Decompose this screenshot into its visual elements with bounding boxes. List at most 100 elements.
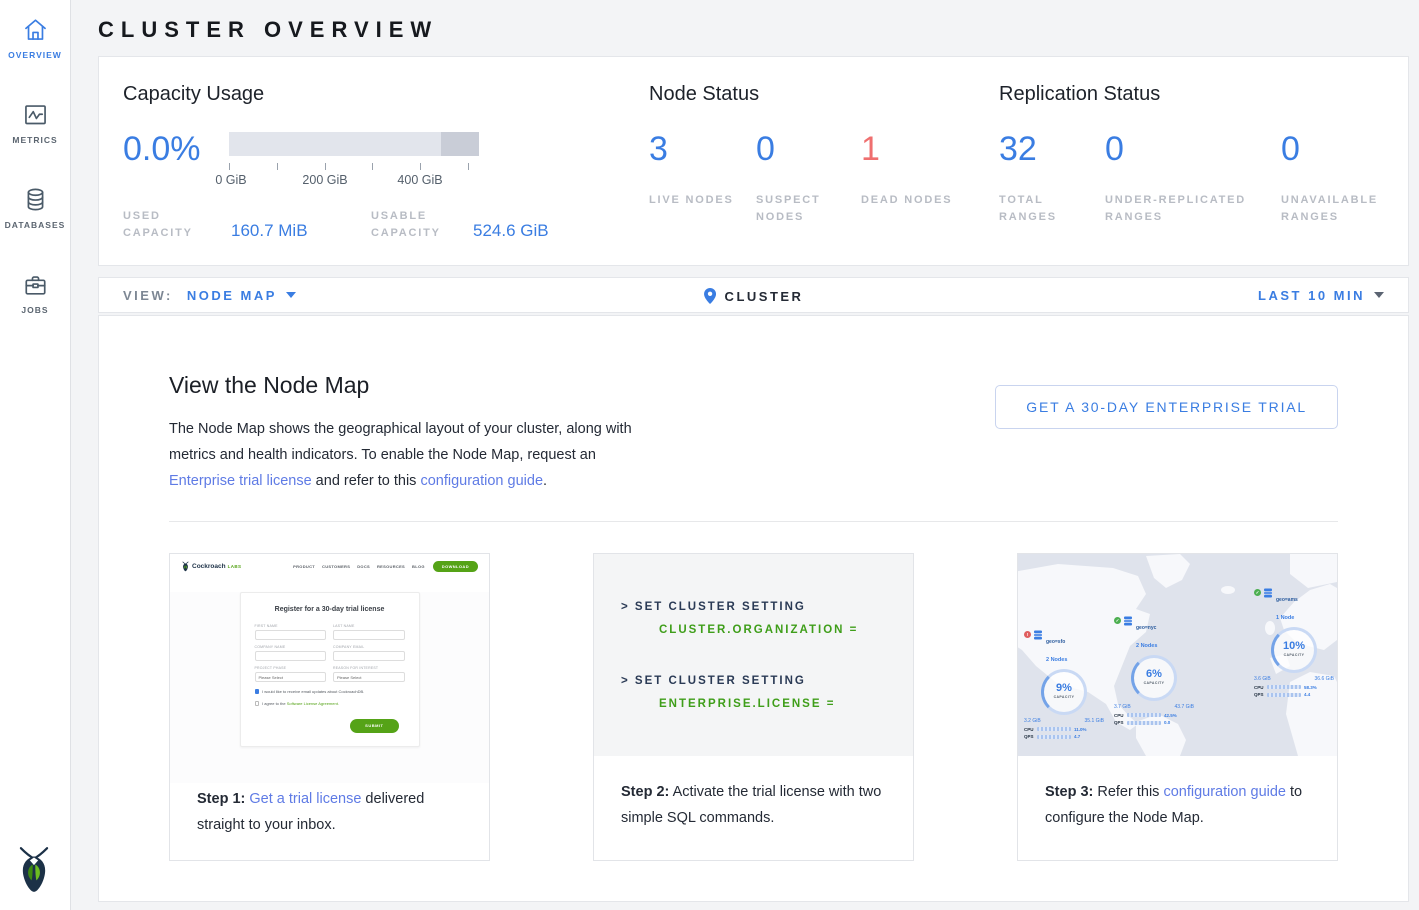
enterprise-trial-button[interactable]: GET A 30-DAY ENTERPRISE TRIAL [995,385,1338,429]
unavailable-ranges-label: UNAVAILABLE RANGES [1281,192,1391,226]
capacity-gauge: 6% CAPACITY [1131,655,1177,701]
live-node-badge-icon: ✓ [1254,589,1261,596]
minisite-checkbox [255,701,260,706]
node-map-panel: View the Node Map The Node Map shows the… [98,315,1409,902]
time-range-dropdown[interactable]: LAST 10 MIN [1258,288,1384,303]
under-replicated-ranges-value: 0 [1105,130,1281,168]
capacity-bar-chart: 0 GiB 200 GiB 400 GiB [229,132,479,194]
configuration-guide-link[interactable]: configuration guide [420,473,543,489]
briefcase-icon [22,271,49,298]
sidebar-item-label: DATABASES [0,220,70,230]
total-ranges-value: 32 [999,130,1105,168]
node-stack-icon [1123,616,1133,626]
page-title: CLUSTER OVERVIEW [98,0,1409,56]
usable-capacity-value: 524.6 GiB [473,221,549,242]
section-divider [169,521,1338,522]
minisite-input [255,651,327,661]
step-3-caption: Step 3: Refer this configuration guide t… [1018,756,1337,831]
minisite-submit-button: SUBMIT [350,719,398,733]
cpu-sparkbar [1127,713,1161,717]
enterprise-trial-license-link[interactable]: Enterprise trial license [169,473,312,489]
get-trial-license-link[interactable]: Get a trial license [249,791,361,807]
view-selector-dropdown[interactable]: NODE MAP [187,288,296,303]
cpu-sparkbar [1267,685,1301,689]
used-capacity-value: 160.7 MiB [231,221,371,242]
view-label: VIEW: [123,288,173,303]
dead-nodes-label: DEAD NODES [861,192,953,209]
qps-sparkbar [1267,693,1301,697]
sidebar: OVERVIEW METRICS DATABASES [0,0,71,910]
trial-license-site-preview: Cockroach LABS PRODUCT CUSTOMERS DOCS RE… [170,554,489,783]
minisite-checkbox [255,689,260,694]
cluster-label: CLUSTER [725,289,804,304]
dead-nodes-value: 1 [861,130,999,168]
map-node-nyc: ✓ geo=nyc 2 Nodes 6% CAPACITY 3 [1114,616,1194,725]
usable-capacity-label: USABLE CAPACITY [371,208,473,242]
live-nodes-label: LIVE NODES [649,192,741,209]
map-node-sfo: ! geo=sfo 2 Nodes 9% CAPACITY 3 [1024,630,1104,739]
axis-tick-label: 200 GiB [302,173,347,187]
minisite-brand: Cockroach LABS [181,561,241,572]
sql-code-block: > SET CLUSTER SETTING CLUSTER.ORGANIZATI… [594,554,913,756]
main-content: CLUSTER OVERVIEW Capacity Usage 0.0% 0 G… [71,0,1419,902]
node-map-preview: ! geo=sfo 2 Nodes 9% CAPACITY 3 [1018,554,1337,756]
dead-node-badge-icon: ! [1024,631,1031,638]
map-node-ams: ✓ geo=ams 1 Node 10% CAPACITY 3 [1254,588,1334,697]
configuration-guide-link[interactable]: configuration guide [1163,784,1286,800]
suspect-nodes-value: 0 [756,130,861,168]
capacity-bar-other [441,132,479,156]
qps-sparkbar [1037,735,1071,739]
capacity-percent: 0.0% [123,130,229,194]
cockroach-bug-icon [181,561,190,572]
axis-tick-label: 400 GiB [397,173,442,187]
chevron-down-icon [286,292,296,298]
sidebar-item-label: JOBS [0,305,70,315]
description-line-1: The Node Map shows the geographical layo… [169,416,632,442]
time-range-value: LAST 10 MIN [1258,288,1365,303]
step-1-caption: Step 1: Get a trial license delivered st… [170,783,489,838]
unavailable-ranges-value: 0 [1281,130,1408,168]
total-ranges-label: TOTAL RANGES [999,192,1091,226]
node-map-description: The Node Map shows the geographical layo… [169,416,632,494]
minisite-input [333,630,405,640]
minisite-input [255,630,327,640]
home-icon [22,16,49,43]
capacity-gauge: 9% CAPACITY [1041,669,1087,715]
database-icon [22,186,49,213]
minisite-form-title: Register for a 30-day trial license [255,606,405,613]
cpu-sparkbar [1037,727,1071,731]
sidebar-item-jobs[interactable]: JOBS [0,255,70,315]
chevron-down-icon [1374,292,1384,298]
unavailable-ranges-stat: 0 UNAVAILABLE RANGES [1281,106,1408,226]
minisite-nav: PRODUCT CUSTOMERS DOCS RESOURCES BLOG DO… [286,561,478,572]
capacity-gauge: 10% CAPACITY [1271,627,1317,673]
node-stack-icon [1263,588,1273,598]
view-selector-value: NODE MAP [187,288,277,303]
description-line-2: metrics and health indicators. To enable… [169,442,632,468]
sidebar-item-metrics[interactable]: METRICS [0,85,70,145]
sidebar-item-overview[interactable]: OVERVIEW [0,0,70,60]
live-nodes-value: 3 [649,130,756,168]
sidebar-item-label: METRICS [0,135,70,145]
step-1-card: Cockroach LABS PRODUCT CUSTOMERS DOCS RE… [169,553,490,861]
live-nodes-stat: 3 LIVE NODES [649,106,756,226]
step-2-card: > SET CLUSTER SETTING CLUSTER.ORGANIZATI… [593,553,914,861]
node-stack-icon [1033,630,1043,640]
suspect-nodes-stat: 0 SUSPECT NODES [756,106,861,226]
node-status-section: Node Status 3 LIVE NODES 0 SUSPECT NODES… [649,83,999,265]
node-status-title: Node Status [649,83,999,106]
metrics-icon [22,101,49,128]
view-bar: VIEW: NODE MAP CLUSTER LAST 10 MIN [98,277,1409,313]
sidebar-item-databases[interactable]: DATABASES [0,170,70,230]
minisite-register-form: Register for a 30-day trial license FIRS… [240,592,420,747]
minisite-select: Please Select [255,672,327,682]
under-replicated-ranges-label: UNDER-REPLICATED RANGES [1105,192,1265,226]
replication-status-title: Replication Status [999,83,1408,106]
minisite-input [333,651,405,661]
step-3-card: ! geo=sfo 2 Nodes 9% CAPACITY 3 [1017,553,1338,861]
suspect-nodes-label: SUSPECT NODES [756,192,848,226]
description-line-3: Enterprise trial license and refer to th… [169,468,632,494]
used-capacity-label: USED CAPACITY [123,208,231,242]
dead-nodes-stat: 1 DEAD NODES [861,106,999,226]
cluster-summary-panel: Capacity Usage 0.0% 0 GiB 200 GiB 400 Gi… [98,56,1409,266]
